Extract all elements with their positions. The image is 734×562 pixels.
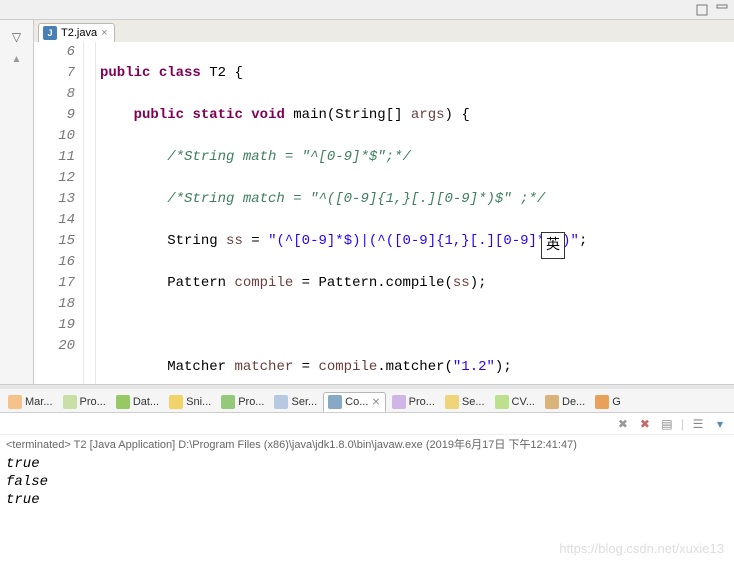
- remove-launch-icon[interactable]: ✖: [637, 416, 653, 432]
- tab-label: Ser...: [291, 396, 317, 408]
- top-toolbar: [0, 0, 734, 20]
- search-icon: [445, 395, 459, 409]
- debug-icon: [545, 395, 559, 409]
- console-output[interactable]: truefalsetrue: [0, 453, 734, 540]
- code-content[interactable]: public class T2 { public static void mai…: [96, 42, 734, 384]
- tab-search[interactable]: Se...: [441, 393, 489, 411]
- tab-coverage[interactable]: CV...: [491, 393, 539, 411]
- tab-properties[interactable]: Pro...: [59, 393, 110, 411]
- tab-label: Co...: [345, 396, 368, 408]
- line-number-gutter: 67891011121314151617181920: [34, 42, 84, 384]
- remove-all-icon[interactable]: ✖: [615, 416, 631, 432]
- tab-git[interactable]: G: [591, 393, 625, 411]
- tab-problems[interactable]: Pro...: [388, 393, 439, 411]
- tab-progress[interactable]: Pro...: [217, 393, 268, 411]
- main-area: ▽ ▲ J T2.java × 678910111213141516171819…: [0, 20, 734, 385]
- tab-snippets[interactable]: Sni...: [165, 393, 215, 411]
- code-area[interactable]: 67891011121314151617181920 public class …: [34, 42, 734, 384]
- maximize-icon[interactable]: [694, 2, 710, 18]
- data-icon: [116, 395, 130, 409]
- close-tab-icon[interactable]: ×: [101, 27, 107, 39]
- problems-icon: [392, 395, 406, 409]
- tab-label: Se...: [462, 396, 485, 408]
- display-selected-icon[interactable]: ▾: [712, 416, 728, 432]
- fold-gutter[interactable]: [84, 42, 96, 384]
- git-icon: [595, 395, 609, 409]
- progress-icon: [221, 395, 235, 409]
- tab-label: Mar...: [25, 396, 53, 408]
- pin-console-icon[interactable]: ☰: [690, 416, 706, 432]
- tab-label: Dat...: [133, 396, 159, 408]
- clear-console-icon[interactable]: ▤: [659, 416, 675, 432]
- ime-indicator: 英: [541, 232, 565, 259]
- tab-data[interactable]: Dat...: [112, 393, 163, 411]
- collapse-icon[interactable]: ▽: [12, 30, 21, 44]
- console-icon: [328, 395, 342, 409]
- view-tabs: Mar... Pro... Dat... Sni... Pro... Ser..…: [0, 389, 734, 413]
- tab-label: Sni...: [186, 396, 211, 408]
- markers-icon: [8, 395, 22, 409]
- tab-markers[interactable]: Mar...: [4, 393, 57, 411]
- tab-label: Pro...: [409, 396, 435, 408]
- tab-label: De...: [562, 396, 585, 408]
- coverage-icon: [495, 395, 509, 409]
- marker-icon[interactable]: ▲: [12, 54, 22, 65]
- tab-label: Pro...: [238, 396, 264, 408]
- left-gutter: ▽ ▲: [0, 20, 34, 384]
- tab-console[interactable]: Co... ⨯: [323, 392, 385, 412]
- tab-servers[interactable]: Ser...: [270, 393, 321, 411]
- properties-icon: [63, 395, 77, 409]
- watermark: https://blog.csdn.net/xuxie13: [559, 541, 724, 556]
- servers-icon: [274, 395, 288, 409]
- snippets-icon: [169, 395, 183, 409]
- tab-label: CV...: [512, 396, 535, 408]
- editor-pane: J T2.java × 67891011121314151617181920 p…: [34, 20, 734, 384]
- bottom-pane: Mar... Pro... Dat... Sni... Pro... Ser..…: [0, 385, 734, 540]
- minimize-icon[interactable]: [714, 2, 730, 18]
- file-tab-label: T2.java: [61, 27, 97, 39]
- close-view-icon[interactable]: ⨯: [371, 395, 380, 408]
- file-tab-t2[interactable]: J T2.java ×: [38, 23, 115, 42]
- tab-debug[interactable]: De...: [541, 393, 589, 411]
- tab-label: Pro...: [80, 396, 106, 408]
- console-toolbar: ✖ ✖ ▤ | ☰ ▾: [0, 413, 734, 435]
- tab-row: J T2.java ×: [34, 20, 734, 42]
- console-header: <terminated> T2 [Java Application] D:\Pr…: [0, 435, 734, 453]
- tab-label: G: [612, 396, 621, 408]
- java-file-icon: J: [43, 26, 57, 40]
